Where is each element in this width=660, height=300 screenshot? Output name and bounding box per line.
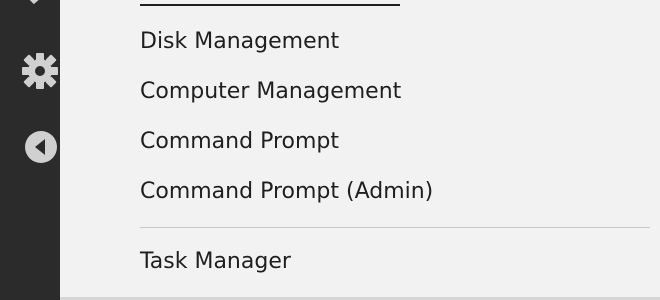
menu-item-label: Disk Management xyxy=(140,29,340,54)
menu-item-label: Command Prompt (Admin) xyxy=(140,179,434,204)
menu-item-clipped[interactable] xyxy=(140,0,400,6)
gear-icon[interactable] xyxy=(20,50,60,92)
menu-item-command-prompt-admin[interactable]: Command Prompt (Admin) xyxy=(140,172,433,212)
back-arrow-icon[interactable] xyxy=(22,128,60,166)
start-sidebar xyxy=(0,0,60,300)
context-menu-screen: Disk Management Computer Management Comm… xyxy=(0,0,660,300)
winx-context-menu: Disk Management Computer Management Comm… xyxy=(60,0,660,300)
menu-item-label: Task Manager xyxy=(140,249,291,274)
menu-item-task-manager[interactable]: Task Manager xyxy=(140,242,291,282)
menu-item-label: Computer Management xyxy=(140,79,402,104)
menu-item-label: Command Prompt xyxy=(140,129,339,154)
menu-item-computer-management[interactable]: Computer Management xyxy=(140,72,401,112)
menu-item-command-prompt[interactable]: Command Prompt xyxy=(140,122,339,162)
menu-item-disk-management[interactable]: Disk Management xyxy=(140,22,339,62)
menu-separator xyxy=(140,227,650,228)
partial-top-icon[interactable] xyxy=(18,0,54,12)
